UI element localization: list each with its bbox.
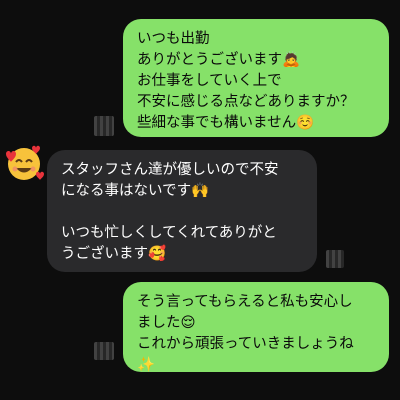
sent-message-bubble[interactable]: そう言ってもらえると私も安心し ました😌 これから頑張っていきましょうね ✨ <box>123 282 389 373</box>
message-text-line: になる事はないです🙌 <box>61 183 210 199</box>
message-text-line: うございます🥰 <box>61 246 167 262</box>
message-text-line: ✨ <box>137 357 156 373</box>
received-message-bubble[interactable]: スタッフさん達が優しいので不安 になる事はないです🙌 いつも忙しくしてくれてあり… <box>47 150 317 272</box>
message-text-line: そう言ってもらえると私も安心し <box>137 294 353 310</box>
message-text-line: これから頑張っていきましょうね <box>137 336 354 352</box>
message-text-line: ありがとうございます🙇 <box>137 52 301 68</box>
message-text-line: いつも忙しくしてくれてありがと <box>61 225 277 241</box>
message-text-line: お仕事をしていく上で <box>137 73 282 89</box>
message-text-line: 不安に感じる点などありますか？ <box>137 94 355 110</box>
sent-message-bubble[interactable]: いつも出勤 ありがとうございます🙇 お仕事をしていく上で 不安に感じる点などあり… <box>123 19 389 137</box>
message-text-line: いつも出勤 <box>137 31 210 47</box>
message-text-line: 些細な事でも構いません☺️ <box>137 115 315 131</box>
blurred-timestamp <box>94 342 114 360</box>
blurred-timestamp <box>94 116 114 136</box>
message-text-line: スタッフさん達が優しいので不安 <box>61 162 279 178</box>
smiling-face-with-hearts-icon[interactable] <box>2 140 46 184</box>
message-text-line: ました😌 <box>137 315 196 331</box>
blurred-timestamp <box>326 250 344 268</box>
